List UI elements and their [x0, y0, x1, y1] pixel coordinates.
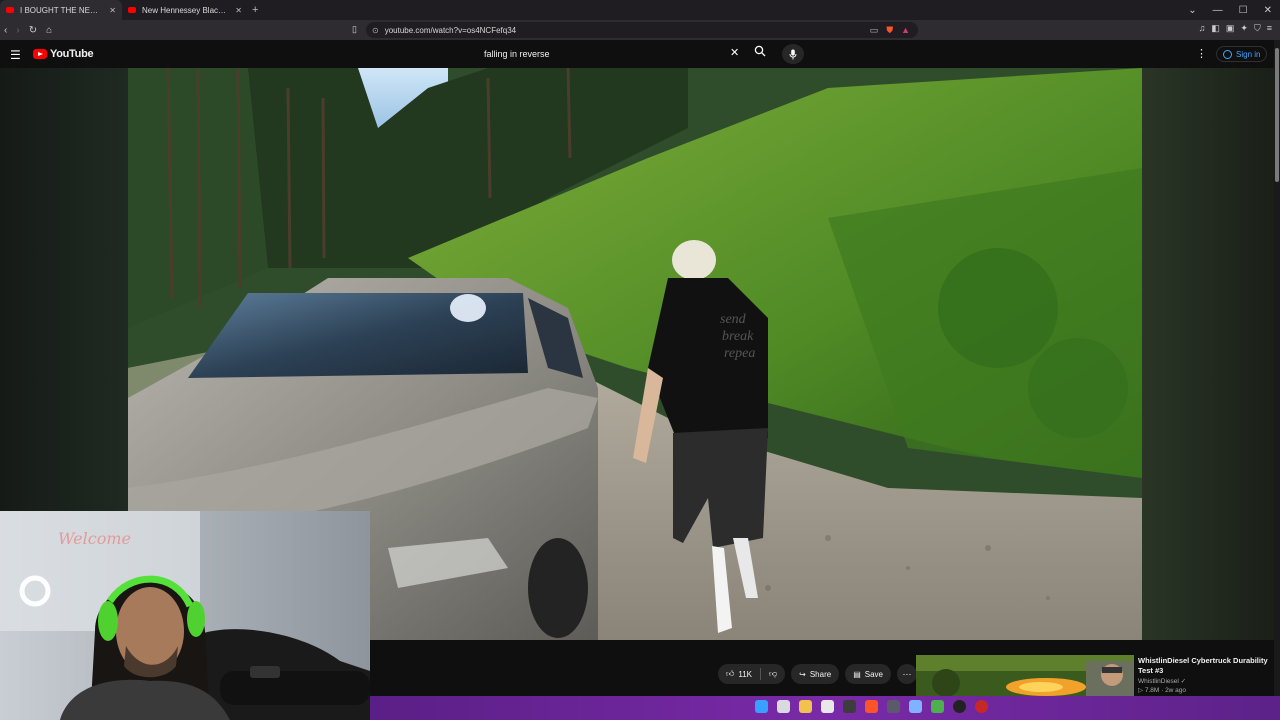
search-icon[interactable] [754, 45, 766, 60]
bookmark-icon[interactable]: ▯ [352, 24, 357, 35]
tab-active[interactable]: I BOUGHT THE NEW RS5 TO ✕ [0, 0, 122, 20]
windows-start-icon[interactable] [755, 700, 768, 713]
music-icon[interactable]: ♫ [1199, 23, 1206, 34]
forward-icon[interactable]: › [16, 25, 19, 36]
task-view-icon[interactable] [777, 700, 790, 713]
whiteboard-text: Welcome [58, 529, 131, 548]
browser-toolbar: ‹ › ↻ ⌂ ▯ ⊙ youtube.com/watch?v=os4NCFef… [0, 20, 1280, 40]
file-explorer-icon[interactable] [799, 700, 812, 713]
browser-tab-bar: I BOUGHT THE NEW RS5 TO ✕ New Hennessey … [0, 0, 1280, 20]
reload-icon[interactable]: ↻ [29, 25, 37, 36]
app-icon[interactable] [843, 700, 856, 713]
webcam-overlay: Welcome [0, 511, 370, 720]
menu-icon[interactable]: ≡ [1267, 23, 1272, 34]
home-icon[interactable]: ⌂ [46, 25, 52, 36]
ambient-right [1142, 68, 1274, 640]
leo-icon[interactable]: ✦ [1240, 23, 1248, 34]
new-tab-button[interactable]: + [252, 4, 258, 16]
microphone-icon[interactable] [782, 44, 804, 64]
recommended-views: 7.8M [1144, 687, 1160, 694]
more-actions-button[interactable]: ⋯ [897, 664, 917, 684]
sign-in-button[interactable]: Sign in [1216, 46, 1268, 62]
svg-text:repea: repea [724, 346, 755, 361]
brave-rewards-icon[interactable]: ▲ [901, 25, 910, 35]
views-icon: ▷ [1138, 687, 1143, 694]
video-actions: 👍︎ 11K 👎︎ ↪ Share ▤ Save ⋯ [718, 664, 917, 684]
clear-search-icon[interactable]: ✕ [730, 46, 739, 59]
close-window-button[interactable]: ✕ [1264, 5, 1272, 16]
youtube-logo[interactable]: YouTube [33, 48, 94, 60]
url-text: youtube.com/watch?v=os4NCFefq34 [384, 25, 517, 35]
minimize-button[interactable]: — [1213, 5, 1223, 16]
recommended-meta: ▷ 7.8M · 2w ago [1138, 686, 1186, 694]
sign-in-label: Sign in [1236, 49, 1261, 59]
save-label: Save [864, 669, 883, 679]
back-icon[interactable]: ‹ [4, 25, 7, 36]
maximize-button[interactable]: ☐ [1239, 5, 1248, 16]
scrollbar-thumb[interactable] [1275, 48, 1279, 182]
site-info-icon[interactable]: ⊙ [372, 26, 379, 35]
triangle-app-icon[interactable] [931, 700, 944, 713]
tab-close-icon[interactable]: ✕ [235, 6, 242, 15]
save-playlist-icon: ▤ [853, 669, 861, 679]
save-button[interactable]: ▤ Save [845, 664, 891, 684]
youtube-logo-text: YouTube [50, 48, 94, 60]
tab-title: I BOUGHT THE NEW RS5 TO [20, 5, 103, 15]
svg-text:send: send [720, 312, 747, 327]
youtube-play-icon [33, 49, 47, 59]
taskbar-icons [755, 700, 988, 713]
thumbs-down-icon: 👎︎ [769, 669, 778, 678]
tab-search-icon[interactable]: ⌄ [1188, 5, 1196, 16]
recommended-thumbnail[interactable] [916, 655, 1134, 697]
youtube-favicon-icon [6, 7, 14, 13]
document-icon[interactable] [909, 700, 922, 713]
address-bar[interactable]: ⊙ youtube.com/watch?v=os4NCFefq34 ▭ ⛊ ▲ [366, 22, 918, 38]
extensions-area: ♫ ◧ ▣ ✦ ⛉ ≡ [1199, 23, 1272, 34]
channel-name: WhistlinDiesel [1138, 678, 1179, 685]
window-controls: ⌄ — ☐ ✕ [1188, 0, 1272, 20]
vpn-icon[interactable]: ⛉ [1254, 23, 1261, 34]
svg-text:break: break [722, 329, 754, 344]
sidebar-icon[interactable]: ◧ [1211, 23, 1220, 34]
record-icon[interactable] [975, 700, 988, 713]
more-options-icon[interactable]: ⋮ [1196, 47, 1207, 60]
wallet-icon[interactable]: ▣ [1226, 23, 1235, 34]
hamburger-menu-icon[interactable]: ☰ [10, 48, 21, 62]
search-input[interactable]: falling in reverse [477, 45, 773, 63]
youtube-favicon-icon [128, 7, 136, 13]
share-label: Share [809, 669, 832, 679]
verified-icon: ✓ [1180, 678, 1187, 685]
notepad-icon[interactable] [821, 700, 834, 713]
cast-icon[interactable]: ▭ [870, 25, 879, 36]
youtube-header: ☰ YouTube falling in reverse ✕ ⋮ Sign in [0, 40, 1280, 68]
calculator-icon[interactable] [887, 700, 900, 713]
tab-title: New Hennessey Blackbird: America's [142, 5, 229, 15]
like-count: 11K [738, 669, 753, 679]
more-horizontal-icon: ⋯ [902, 668, 912, 679]
search-query: falling in reverse [484, 49, 550, 59]
brave-shield-icon[interactable]: ⛊ [886, 25, 893, 36]
recommended-video[interactable]: WhistlinDiesel Cybertruck Durability Tes… [916, 655, 1276, 697]
share-button[interactable]: ↪ Share [791, 664, 840, 684]
like-dislike-group: 👍︎ 11K 👎︎ [718, 664, 786, 684]
dot-separator: · [1161, 687, 1164, 694]
webcam-feed: Welcome [0, 511, 370, 720]
thumbs-up-icon: 👍︎ [726, 669, 735, 678]
recommended-age: 2w ago [1165, 687, 1187, 694]
share-icon: ↪ [799, 669, 806, 679]
brave-browser-icon[interactable] [865, 700, 878, 713]
tab-close-icon[interactable]: ✕ [109, 6, 116, 15]
recommended-channel[interactable]: WhistlinDiesel ✓ [1138, 677, 1186, 685]
account-icon [1223, 49, 1232, 59]
dislike-button[interactable]: 👎︎ [761, 664, 785, 684]
tab-inactive[interactable]: New Hennessey Blackbird: America's ✕ [122, 0, 248, 20]
obs-icon[interactable] [953, 700, 966, 713]
recommended-title[interactable]: WhistlinDiesel Cybertruck Durability Tes… [1138, 656, 1268, 676]
like-button[interactable]: 👍︎ 11K [718, 664, 760, 684]
